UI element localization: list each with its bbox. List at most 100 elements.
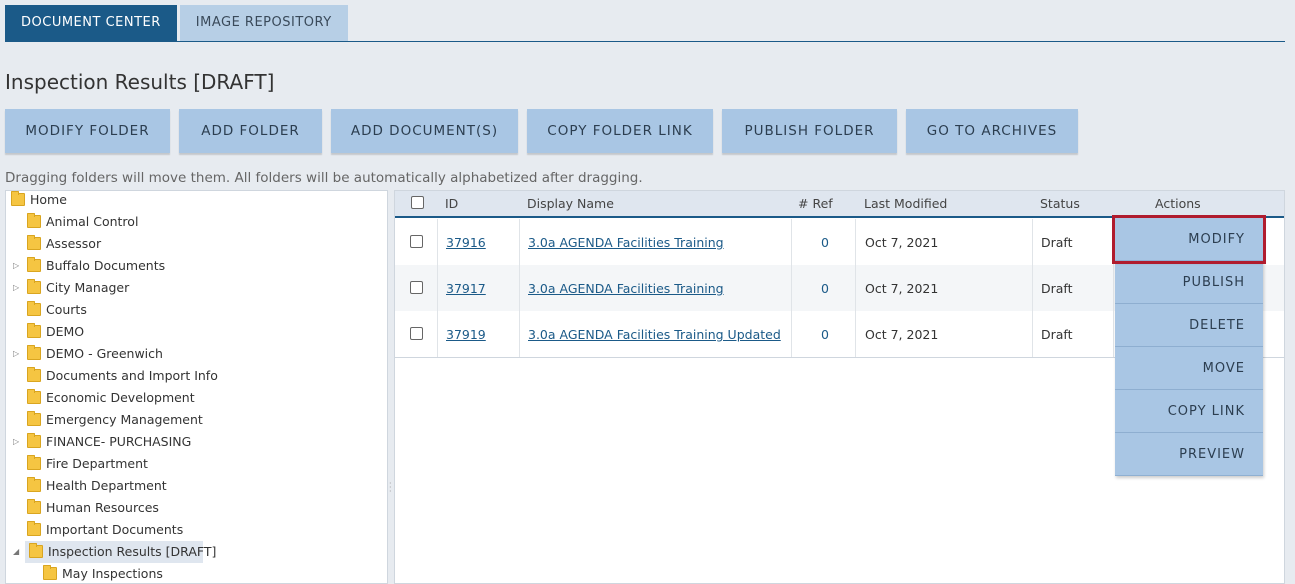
splitter-grip-icon: · · ·	[389, 479, 392, 496]
row-checkbox[interactable]	[410, 281, 423, 294]
column-actions: Actions	[1155, 196, 1201, 211]
folder-icon	[27, 367, 41, 382]
add-documents-button[interactable]: ADD DOCUMENT(S)	[331, 109, 518, 153]
tree-item-demo-greenwich[interactable]: ▷ DEMO - Greenwich	[6, 343, 386, 365]
move-menu-item[interactable]: MOVE	[1115, 347, 1263, 390]
folder-icon	[27, 411, 41, 426]
tree-item-label: City Manager	[46, 280, 130, 295]
tree-item-economic-development[interactable]: Economic Development	[6, 387, 386, 409]
modify-folder-button[interactable]: MODIFY FOLDER	[5, 109, 170, 153]
folder-icon	[27, 323, 41, 338]
tree-item-human-resources[interactable]: Human Resources	[6, 497, 386, 519]
folder-tree[interactable]: Home Animal Control Assessor ▷ Buffalo D…	[5, 190, 388, 584]
column-display-name[interactable]: Display Name	[527, 196, 614, 211]
row-checkbox[interactable]	[410, 327, 423, 340]
copy-link-menu-item[interactable]: COPY LINK	[1115, 390, 1263, 433]
column-ref[interactable]: # Ref	[798, 196, 833, 211]
add-folder-button[interactable]: ADD FOLDER	[179, 109, 322, 153]
document-name-link[interactable]: 3.0a AGENDA Facilities Training Updated	[528, 327, 781, 342]
document-name-link[interactable]: 3.0a AGENDA Facilities Training	[528, 235, 724, 250]
last-modified: Oct 7, 2021	[865, 281, 939, 296]
tree-item-fire-department[interactable]: Fire Department	[6, 453, 386, 475]
expand-arrow-icon[interactable]: ▷	[13, 277, 23, 299]
modify-menu-item[interactable]: MODIFY	[1112, 215, 1266, 264]
collapse-arrow-icon[interactable]: ◢	[13, 541, 23, 563]
folder-icon	[27, 477, 41, 492]
document-id-link[interactable]: 37917	[446, 281, 486, 296]
tree-item-label: Important Documents	[46, 522, 184, 537]
tree-item-label: Human Resources	[46, 500, 159, 515]
status-text: Draft	[1041, 235, 1073, 250]
tree-item-label: Documents and Import Info	[46, 368, 218, 383]
tree-item-assessor[interactable]: Assessor	[6, 233, 386, 255]
tree-item-may-inspections[interactable]: May Inspections	[6, 563, 386, 583]
folder-icon	[27, 257, 41, 272]
tree-item-inspection-results[interactable]: ◢ Inspection Results [DRAFT]	[6, 541, 386, 563]
folder-icon	[27, 455, 41, 470]
copy-folder-link-button[interactable]: COPY FOLDER LINK	[527, 109, 713, 153]
tree-item-label: Courts	[46, 302, 87, 317]
actions-menu: MODIFY PUBLISH DELETE MOVE COPY LINK PRE…	[1112, 215, 1266, 476]
tab-divider	[5, 41, 1285, 42]
expand-arrow-icon[interactable]: ▷	[13, 431, 23, 453]
publish-folder-button[interactable]: PUBLISH FOLDER	[722, 109, 897, 153]
tree-item-emergency-management[interactable]: Emergency Management	[6, 409, 386, 431]
select-all-checkbox[interactable]	[411, 196, 424, 209]
ref-count: 0	[821, 327, 829, 342]
tree-item-label: May Inspections	[62, 566, 163, 581]
tree-item-label: Animal Control	[46, 214, 139, 229]
tree-item-demo[interactable]: DEMO	[6, 321, 386, 343]
expand-arrow-icon[interactable]: ▷	[13, 255, 23, 277]
folder-icon	[27, 499, 41, 514]
column-last-modified[interactable]: Last Modified	[864, 196, 947, 211]
document-id-link[interactable]: 37916	[446, 235, 486, 250]
drag-hint-text: Dragging folders will move them. All fol…	[5, 170, 643, 186]
grid-header: ID Display Name # Ref Last Modified Stat…	[395, 191, 1284, 218]
page-title: Inspection Results [DRAFT]	[5, 70, 275, 94]
tree-item-important-documents[interactable]: Important Documents	[6, 519, 386, 541]
tree-item-label: Home	[30, 192, 67, 207]
last-modified: Oct 7, 2021	[865, 235, 939, 250]
column-divider	[519, 219, 520, 357]
folder-icon	[11, 191, 25, 206]
tree-item-animal-control[interactable]: Animal Control	[6, 211, 386, 233]
folder-icon	[27, 389, 41, 404]
status-text: Draft	[1041, 327, 1073, 342]
tree-item-finance-purchasing[interactable]: ▷ FINANCE- PURCHASING	[6, 431, 386, 453]
tree-item-label: Fire Department	[46, 456, 148, 471]
publish-menu-item[interactable]: PUBLISH	[1115, 261, 1263, 304]
tree-item-documents-import[interactable]: Documents and Import Info	[6, 365, 386, 387]
row-checkbox[interactable]	[410, 235, 423, 248]
folder-toolbar: MODIFY FOLDER ADD FOLDER ADD DOCUMENT(S)…	[5, 109, 1087, 153]
ref-count: 0	[821, 235, 829, 250]
folder-icon	[27, 213, 41, 228]
folder-icon	[27, 235, 41, 250]
delete-menu-item[interactable]: DELETE	[1115, 304, 1263, 347]
folder-icon	[27, 279, 41, 294]
folder-icon	[27, 521, 41, 536]
column-divider	[791, 219, 792, 357]
expand-arrow-icon[interactable]: ▷	[13, 343, 23, 365]
folder-icon	[27, 433, 41, 448]
document-id-link[interactable]: 37919	[446, 327, 486, 342]
tree-item-city-manager[interactable]: ▷ City Manager	[6, 277, 386, 299]
tree-item-health-department[interactable]: Health Department	[6, 475, 386, 497]
go-to-archives-button[interactable]: GO TO ARCHIVES	[906, 109, 1078, 153]
column-status[interactable]: Status	[1040, 196, 1080, 211]
tree-item-courts[interactable]: Courts	[6, 299, 386, 321]
tree-item-label: Economic Development	[46, 390, 195, 405]
tab-image-repository[interactable]: IMAGE REPOSITORY	[179, 5, 348, 41]
tree-item-label: DEMO - Greenwich	[46, 346, 163, 361]
tree-item-label: Inspection Results [DRAFT]	[48, 544, 217, 559]
tree-item-home[interactable]: Home	[6, 191, 386, 211]
preview-menu-item[interactable]: PREVIEW	[1115, 433, 1263, 476]
tab-document-center[interactable]: DOCUMENT CENTER	[5, 5, 177, 41]
tree-item-label: Buffalo Documents	[46, 258, 166, 273]
open-folder-icon	[29, 543, 43, 558]
column-divider	[855, 219, 856, 357]
tree-item-label: FINANCE- PURCHASING	[46, 434, 192, 449]
document-name-link[interactable]: 3.0a AGENDA Facilities Training	[528, 281, 724, 296]
tree-item-buffalo-documents[interactable]: ▷ Buffalo Documents	[6, 255, 386, 277]
column-divider	[1113, 219, 1114, 357]
column-id[interactable]: ID	[445, 196, 458, 211]
